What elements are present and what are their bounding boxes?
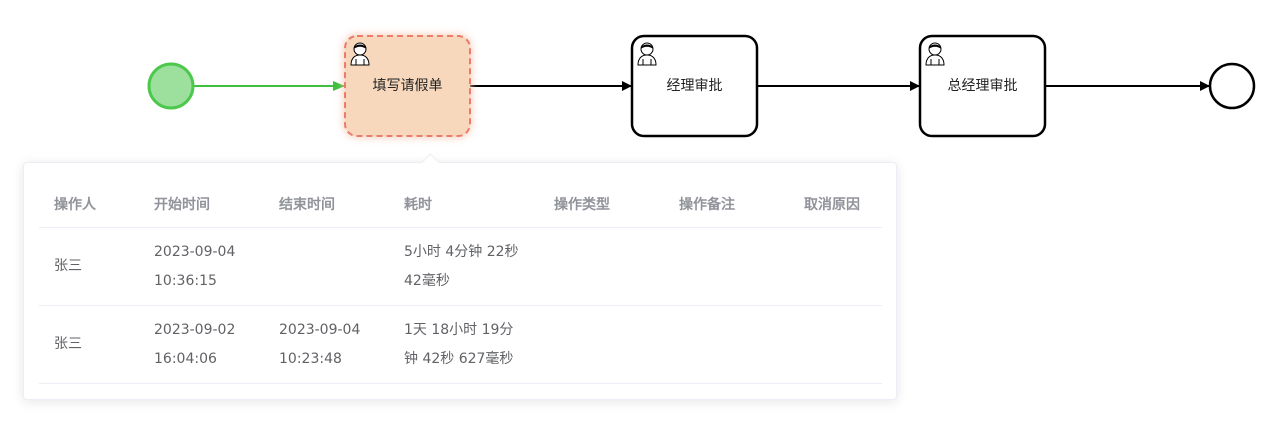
start-clock: 10:36:15 bbox=[154, 272, 217, 289]
start-date: 2023-09-04 bbox=[154, 243, 236, 260]
user-icon bbox=[350, 42, 370, 66]
user-icon bbox=[637, 42, 657, 66]
column-header-end-time: 结束时间 bbox=[264, 181, 389, 228]
duration-line-2: 钟 42秒 627毫秒 bbox=[404, 350, 514, 367]
start-clock: 16:04:06 bbox=[154, 350, 217, 367]
column-header-operation-remark: 操作备注 bbox=[664, 181, 789, 228]
cell-operation-type bbox=[539, 305, 664, 384]
cell-cancel-reason bbox=[789, 227, 882, 306]
column-header-cancel-reason: 取消原因 bbox=[789, 181, 882, 228]
task-manager-approval-label: 经理审批 bbox=[666, 78, 723, 94]
cell-start-time: 2023-09-02 16:04:06 bbox=[139, 305, 264, 384]
column-header-duration: 耗时 bbox=[389, 181, 539, 228]
start-date: 2023-09-02 bbox=[154, 321, 236, 338]
cell-duration: 1天 18小时 19分 钟 42秒 627毫秒 bbox=[389, 305, 539, 384]
duration-line-2: 42毫秒 bbox=[404, 272, 450, 289]
duration-line-1: 5小时 4分钟 22秒 bbox=[404, 243, 519, 260]
column-header-start-time: 开始时间 bbox=[139, 181, 264, 228]
end-event[interactable] bbox=[1208, 62, 1256, 110]
cell-end-time: 2023-09-04 10:23:48 bbox=[264, 305, 389, 384]
bpmn-canvas: 填写请假单 经理审批 总经理审批 操作人 开始时间 结束时间 耗时 操作类型 操… bbox=[0, 0, 1272, 422]
cell-operator: 张三 bbox=[39, 227, 139, 306]
cell-operation-remark bbox=[664, 227, 789, 306]
cell-end-time bbox=[264, 227, 389, 306]
user-icon bbox=[925, 42, 945, 66]
cell-duration: 5小时 4分钟 22秒 42毫秒 bbox=[389, 227, 539, 306]
history-table: 操作人 开始时间 结束时间 耗时 操作类型 操作备注 取消原因 张三 2023-… bbox=[39, 181, 882, 384]
task-history-popover: 操作人 开始时间 结束时间 耗时 操作类型 操作备注 取消原因 张三 2023-… bbox=[23, 153, 897, 400]
cell-operation-remark bbox=[664, 305, 789, 384]
column-header-operation-type: 操作类型 bbox=[539, 181, 664, 228]
start-event[interactable] bbox=[147, 62, 195, 110]
cell-cancel-reason bbox=[789, 305, 882, 384]
cell-operator: 张三 bbox=[39, 305, 139, 384]
cell-start-time: 2023-09-04 10:36:15 bbox=[139, 227, 264, 306]
duration-line-1: 1天 18小时 19分 bbox=[404, 321, 514, 338]
table-header-row: 操作人 开始时间 结束时间 耗时 操作类型 操作备注 取消原因 bbox=[39, 181, 882, 228]
column-header-operator: 操作人 bbox=[39, 181, 139, 228]
table-row[interactable]: 张三 2023-09-04 10:36:15 5小时 4分钟 22秒 42毫秒 bbox=[39, 227, 882, 306]
end-clock: 10:23:48 bbox=[279, 350, 342, 367]
task-gm-approval-label: 总经理审批 bbox=[947, 78, 1018, 94]
cell-operation-type bbox=[539, 227, 664, 306]
task-fill-leave-form-label: 填写请假单 bbox=[372, 78, 443, 94]
end-date: 2023-09-04 bbox=[279, 321, 361, 338]
table-row[interactable]: 张三 2023-09-02 16:04:06 2023-09-04 10:23:… bbox=[39, 305, 882, 384]
